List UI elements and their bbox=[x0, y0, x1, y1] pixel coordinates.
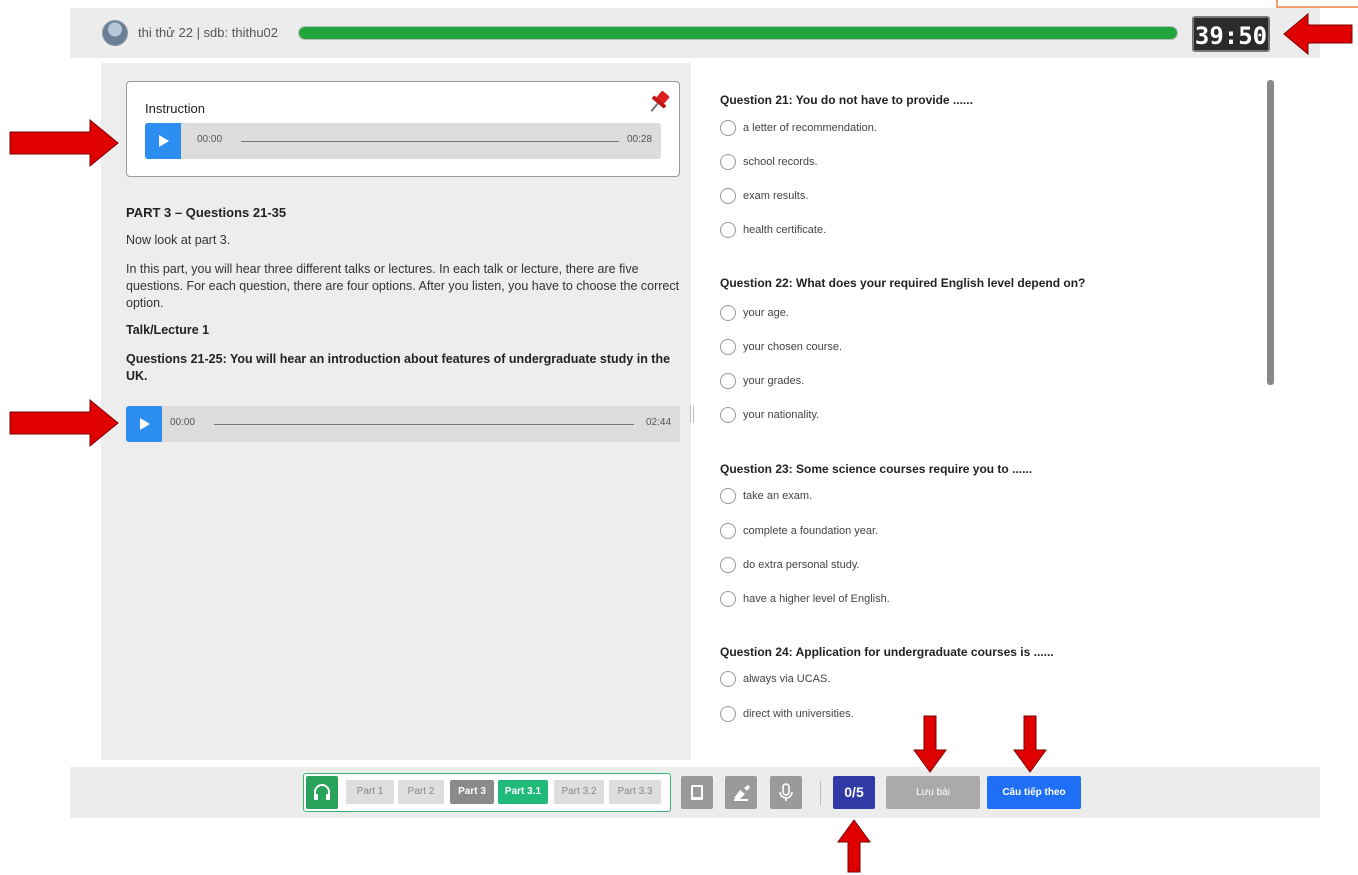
writing-icon[interactable] bbox=[725, 776, 757, 809]
arrow-down-icon bbox=[1013, 715, 1047, 773]
radio-button[interactable] bbox=[720, 373, 736, 389]
part-intro: Now look at part 3. bbox=[126, 233, 231, 247]
audio-seek-bar[interactable] bbox=[214, 424, 634, 425]
pin-icon bbox=[650, 91, 670, 112]
audio-duration: 00:28 bbox=[627, 134, 653, 145]
radio-button[interactable] bbox=[720, 188, 736, 204]
radio-button[interactable] bbox=[720, 523, 736, 539]
radio-button[interactable] bbox=[720, 591, 736, 607]
instruction-title: Instruction bbox=[145, 101, 205, 116]
tab-part-2[interactable]: Part 2 bbox=[398, 780, 444, 804]
play-icon[interactable] bbox=[126, 406, 162, 442]
radio-button[interactable] bbox=[720, 154, 736, 170]
headphones-icon[interactable] bbox=[306, 776, 338, 809]
audio-current-time: 00:00 bbox=[170, 417, 196, 428]
microphone-icon[interactable] bbox=[770, 776, 802, 809]
arrow-right-icon bbox=[9, 118, 119, 168]
progress-fill bbox=[299, 27, 1177, 39]
tab-part-1[interactable]: Part 1 bbox=[346, 780, 394, 804]
radio-button[interactable] bbox=[720, 488, 736, 504]
radio-button[interactable] bbox=[720, 557, 736, 573]
toolbar-separator bbox=[820, 781, 821, 805]
radio-button[interactable] bbox=[720, 305, 736, 321]
arrow-right-icon bbox=[9, 398, 119, 448]
tab-part-3[interactable]: Part 3 bbox=[450, 780, 494, 804]
user-info: thi thử 22 | sdb: thithu02 bbox=[138, 25, 279, 40]
lecture-audio-player[interactable]: 00:00 02:44 bbox=[126, 406, 680, 442]
arrow-left-icon bbox=[1283, 12, 1353, 56]
questions-scrollbar[interactable] bbox=[1267, 80, 1274, 385]
save-button[interactable]: Lưu bài bbox=[886, 776, 980, 809]
part-title: PART 3 – Questions 21-35 bbox=[126, 205, 287, 220]
arrow-up-icon bbox=[837, 819, 871, 873]
arrow-down-icon bbox=[913, 715, 947, 773]
audio-seek-bar[interactable] bbox=[241, 141, 619, 142]
tab-part-3-3[interactable]: Part 3.3 bbox=[609, 780, 661, 804]
instruction-box: Instruction 00:00 00:28 bbox=[126, 81, 680, 177]
header-bar: thi thử 22 | sdb: thithu02 39:50 bbox=[70, 8, 1320, 58]
question-title: Question 21: You do not have to provide … bbox=[720, 93, 973, 107]
avatar bbox=[102, 20, 128, 46]
audio-current-time: 00:00 bbox=[197, 134, 223, 145]
radio-button[interactable] bbox=[720, 407, 736, 423]
tab-part-3-1[interactable]: Part 3.1 bbox=[498, 780, 548, 804]
tab-part-3-2[interactable]: Part 3.2 bbox=[554, 780, 604, 804]
radio-button[interactable] bbox=[720, 120, 736, 136]
corner-border bbox=[1276, 0, 1358, 8]
next-question-button[interactable]: Câu tiếp theo bbox=[987, 776, 1081, 809]
audio-duration: 02:44 bbox=[646, 417, 672, 428]
part-description: In this part, you will hear three differ… bbox=[126, 262, 680, 310]
radio-button[interactable] bbox=[720, 671, 736, 687]
talk-label: Talk/Lecture 1 bbox=[126, 323, 210, 337]
play-icon[interactable] bbox=[145, 123, 181, 159]
book-icon[interactable] bbox=[681, 776, 713, 809]
questions-intro: Questions 21-25: You will hear an introd… bbox=[126, 352, 671, 383]
radio-button[interactable] bbox=[720, 339, 736, 355]
radio-button[interactable] bbox=[720, 706, 736, 722]
question-title: Question 24: Application for undergradua… bbox=[720, 645, 1054, 659]
progress-bar bbox=[298, 26, 1178, 40]
panel-resize-handle[interactable] bbox=[690, 405, 694, 423]
question-title: Question 22: What does your required Eng… bbox=[720, 276, 1086, 290]
radio-button[interactable] bbox=[720, 222, 736, 238]
answered-count-button[interactable]: 0/5 bbox=[833, 776, 875, 809]
countdown-timer: 39:50 bbox=[1192, 16, 1270, 52]
question-title: Question 23: Some science courses requir… bbox=[720, 462, 1033, 476]
instruction-audio-player[interactable]: 00:00 00:28 bbox=[145, 123, 661, 159]
